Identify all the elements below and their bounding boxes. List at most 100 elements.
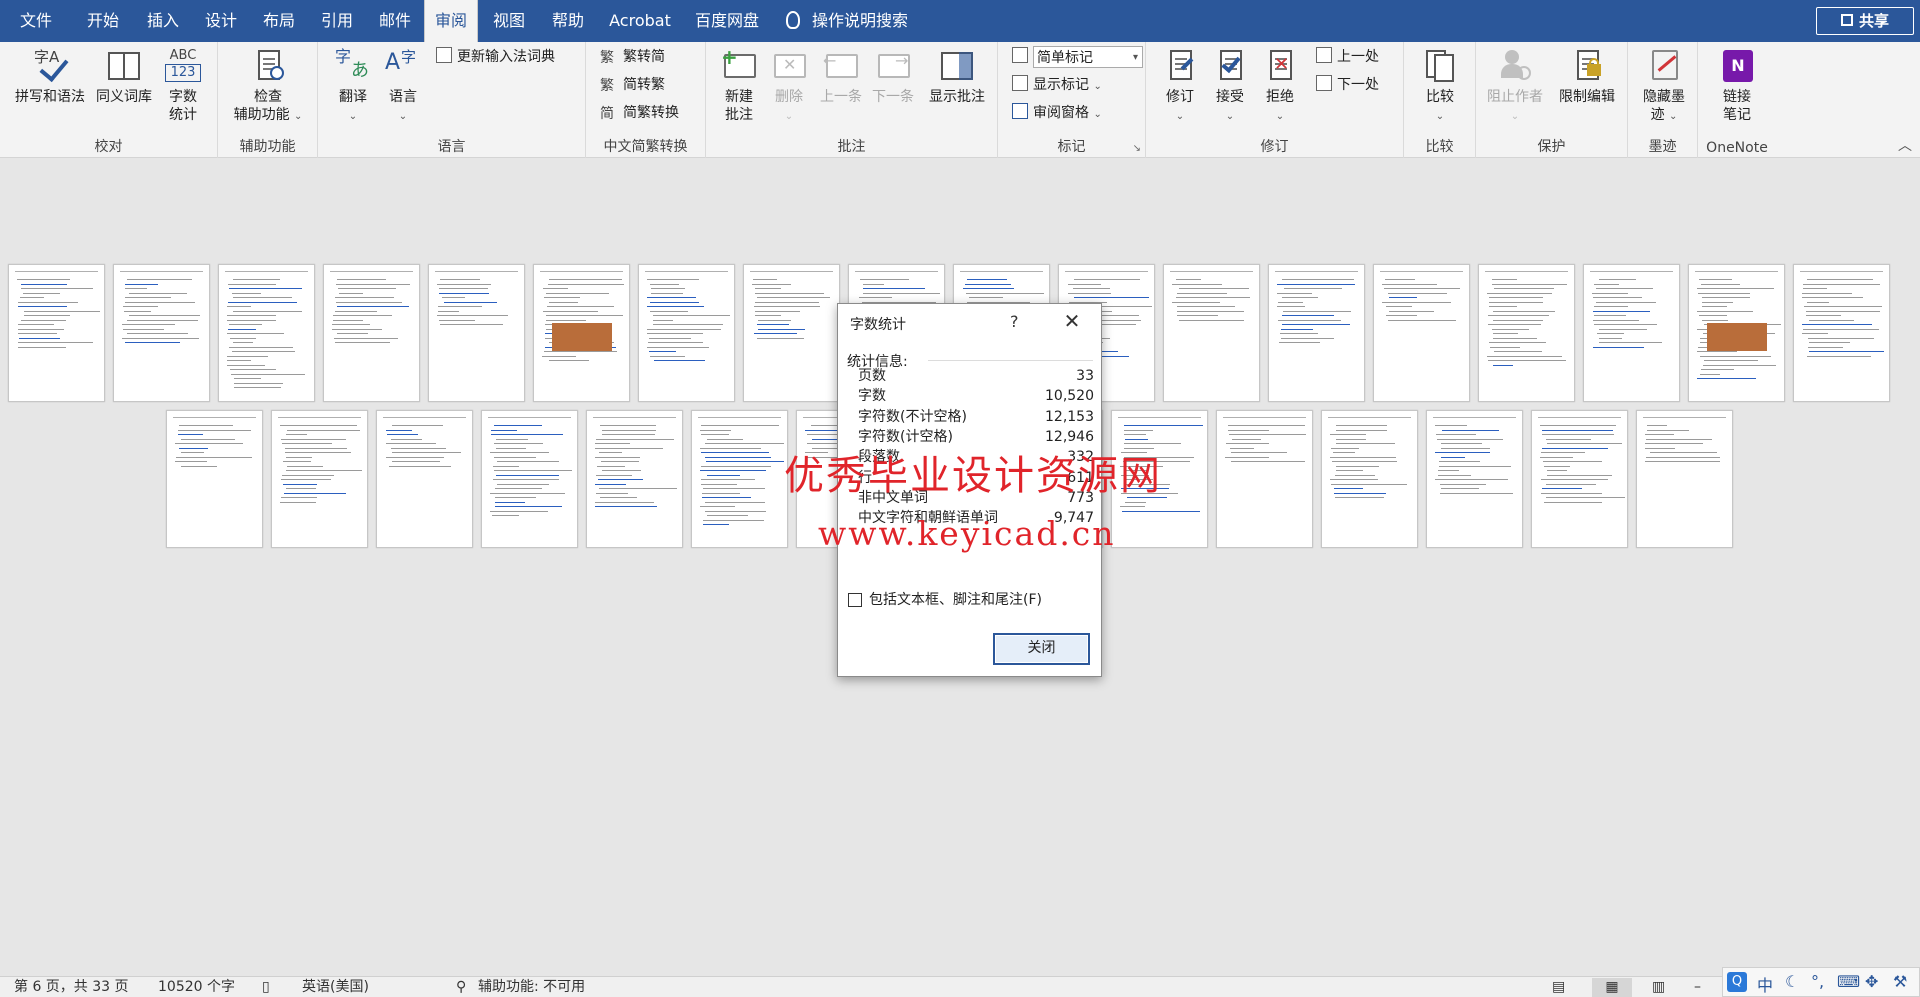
tab-file[interactable]: 文件 [0, 0, 72, 42]
tab-acrobat[interactable]: Acrobat [596, 0, 684, 42]
new-comment-button[interactable]: + 新建 批注 [716, 47, 762, 124]
ime-mode[interactable]: 中 [1757, 972, 1773, 996]
page-thumbnail[interactable] [743, 264, 840, 402]
close-button[interactable]: 关闭 [993, 633, 1090, 665]
page-thumbnail[interactable] [1163, 264, 1260, 402]
translate-button[interactable]: 字 あ 翻译 ⌄ [330, 48, 376, 126]
page-thumbnail[interactable] [691, 410, 788, 548]
page-thumbnail[interactable] [481, 410, 578, 548]
hide-ink-button[interactable]: 隐藏墨 迹 ⌄ [1636, 48, 1692, 126]
text-line [228, 328, 256, 330]
text-line [286, 434, 307, 435]
traditional-to-simplified-button[interactable]: 繁繁转简 [600, 46, 665, 68]
page-thumbnail[interactable] [1426, 410, 1523, 548]
page-thumbnail[interactable] [323, 264, 420, 402]
include-textboxes-label[interactable]: 包括文本框、脚注和尾注(F) [869, 589, 1042, 609]
text-line [1594, 306, 1628, 307]
tab-insert[interactable]: 插入 [134, 0, 192, 42]
page-thumbnail[interactable] [428, 264, 525, 402]
previous-change-button[interactable]: 上一处 [1316, 46, 1379, 68]
settings-icon[interactable]: ⚒ [1893, 972, 1907, 991]
page-thumbnail[interactable] [1321, 410, 1418, 548]
page-thumbnail[interactable] [166, 410, 263, 548]
track-changes-button[interactable]: 修订 ⌄ [1160, 48, 1200, 126]
page-thumbnail[interactable] [586, 410, 683, 548]
page-thumbnail[interactable] [218, 264, 315, 402]
tab-review[interactable]: 审阅 [424, 0, 478, 42]
word-count-indicator[interactable]: 10520 个字 [158, 978, 235, 997]
page-thumbnail[interactable] [8, 264, 105, 402]
page-thumbnail[interactable] [1216, 410, 1313, 548]
next-comment-button[interactable]: → 下一条 [868, 48, 918, 106]
text-line [1808, 337, 1874, 339]
update-ime-dictionary-button[interactable]: 更新输入法词典 [436, 46, 555, 68]
delete-comment-button[interactable]: ✕ 删除 ⌄ [766, 48, 812, 126]
page-thumbnail[interactable] [113, 264, 210, 402]
show-comments-button[interactable]: 显示批注 [922, 48, 992, 106]
toolbox-icon[interactable]: ✥ [1865, 972, 1878, 991]
proofing-status-icon[interactable]: ▯ [262, 978, 270, 997]
print-layout-icon[interactable]: ▦ [1592, 978, 1632, 997]
page-thumbnail[interactable] [1688, 264, 1785, 402]
page-thumbnail[interactable] [1268, 264, 1365, 402]
tab-help[interactable]: 帮助 [540, 0, 596, 42]
show-markup-button[interactable]: 显示标记 ⌄ [1012, 74, 1102, 96]
tab-view[interactable]: 视图 [478, 0, 540, 42]
simplified-to-traditional-button[interactable]: 繁简转繁 [600, 74, 665, 96]
thesaurus-button[interactable]: 同义词库 [92, 48, 156, 106]
moon-icon[interactable]: ☾ [1785, 972, 1799, 991]
block-authors-button[interactable]: 阻止作者 ⌄ [1482, 48, 1548, 126]
keyboard-icon[interactable]: ⌨ [1837, 972, 1860, 991]
check-accessibility-button[interactable]: 检查 辅助功能 ⌄ [226, 48, 310, 126]
text-line [1488, 324, 1541, 325]
tab-mailings[interactable]: 邮件 [366, 0, 424, 42]
text-line [494, 456, 536, 458]
reject-button[interactable]: ✕ 拒绝 ⌄ [1260, 48, 1300, 126]
page-thumbnail[interactable] [1478, 264, 1575, 402]
include-textboxes-checkbox[interactable] [848, 593, 862, 607]
page-thumbnail[interactable] [638, 264, 735, 402]
compare-button[interactable]: 比较 ⌄ [1416, 48, 1464, 126]
chinese-conversion-button[interactable]: 简简繁转换 [600, 102, 679, 124]
tab-baidu-netdisk[interactable]: 百度网盘 [684, 0, 770, 42]
text-line [1440, 492, 1513, 494]
markup-select[interactable]: 简单标记 ▾ [1012, 46, 1143, 68]
next-change-button[interactable]: 下一处 [1316, 74, 1379, 96]
help-icon[interactable]: ? [1010, 312, 1019, 331]
review-pane-button[interactable]: 审阅窗格 ⌄ [1012, 102, 1102, 124]
share-button[interactable]: 共享 [1816, 7, 1914, 35]
chevron-down-icon: ⌄ [1225, 111, 1235, 122]
punctuation-icon[interactable]: °, [1811, 972, 1824, 991]
tab-home[interactable]: 开始 [72, 0, 134, 42]
tab-design[interactable]: 设计 [192, 0, 250, 42]
zoom-out-icon[interactable]: – [1694, 978, 1701, 997]
accept-button[interactable]: 接受 ⌄ [1210, 48, 1250, 126]
page-thumbnail[interactable] [1531, 410, 1628, 548]
tab-layout[interactable]: 布局 [250, 0, 308, 42]
page-thumbnail[interactable] [271, 410, 368, 548]
restrict-editing-button[interactable]: 限制编辑 [1552, 48, 1622, 106]
dialog-launcher-icon[interactable]: ↘ [1133, 143, 1141, 154]
read-mode-icon[interactable]: ▤ [1552, 978, 1565, 997]
page-thumbnail[interactable] [1636, 410, 1733, 548]
page-thumbnail[interactable] [1793, 264, 1890, 402]
previous-comment-button[interactable]: ← 上一条 [816, 48, 866, 106]
collapse-ribbon-icon[interactable]: ︿ [1898, 135, 1912, 155]
language-indicator[interactable]: 英语(美国) [302, 978, 369, 997]
text-line [757, 297, 830, 298]
word-count-button[interactable]: ABC 123 字数 统计 [158, 48, 208, 124]
accessibility-status[interactable]: 辅助功能: 不可用 [478, 978, 585, 997]
web-layout-icon[interactable]: ▥ [1652, 978, 1665, 997]
language-button[interactable]: A 字 语言 ⌄ [380, 48, 426, 126]
page-thumbnail[interactable] [533, 264, 630, 402]
page-thumbnail[interactable] [376, 410, 473, 548]
close-icon[interactable]: ✕ [1058, 308, 1086, 334]
page-thumbnail[interactable] [1583, 264, 1680, 402]
ime-logo-icon[interactable]: Q [1727, 972, 1747, 992]
page-thumbnail[interactable] [1373, 264, 1470, 402]
tell-me-search[interactable]: 操作说明搜索 [786, 0, 908, 42]
linked-notes-button[interactable]: N 链接 笔记 [1708, 48, 1766, 124]
page-indicator[interactable]: 第 6 页，共 33 页 [14, 978, 129, 997]
spelling-grammar-button[interactable]: 字A 拼写和语法 [10, 48, 90, 106]
tab-references[interactable]: 引用 [308, 0, 366, 42]
